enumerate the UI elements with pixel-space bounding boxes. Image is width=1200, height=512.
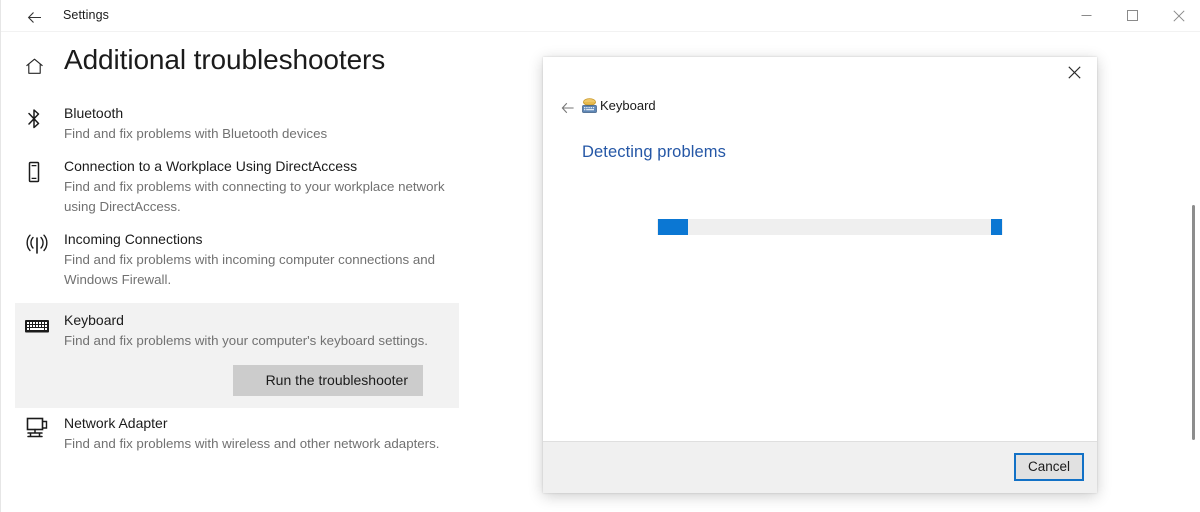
back-arrow-icon bbox=[561, 102, 574, 114]
list-item-title: Incoming Connections bbox=[64, 231, 203, 247]
home-glyph-icon bbox=[26, 58, 43, 74]
run-troubleshooter-row: Run the troubleshooter bbox=[64, 351, 429, 398]
window-title: Settings bbox=[63, 8, 109, 22]
troubleshooter-dialog: Keyboard Detecting problems Cancel bbox=[543, 57, 1097, 493]
back-arrow-icon bbox=[27, 11, 41, 23]
back-button[interactable] bbox=[23, 6, 45, 28]
title-bar: Settings bbox=[1, 0, 1200, 32]
dialog-footer: Cancel bbox=[543, 441, 1097, 493]
list-item-directaccess[interactable]: Connection to a Workplace Using DirectAc… bbox=[1, 157, 501, 217]
network-adapter-glyph-icon bbox=[26, 417, 48, 438]
list-item-description: Find and fix problems with wireless and … bbox=[64, 436, 440, 451]
minimize-icon bbox=[1081, 15, 1092, 16]
list-item-text: Keyboard Find and fix problems with your… bbox=[64, 311, 459, 398]
keyboard-troubleshooter-icon bbox=[580, 96, 600, 116]
list-item-description: Find and fix problems with your computer… bbox=[64, 333, 428, 348]
network-adapter-icon bbox=[24, 416, 54, 442]
list-item-description: Find and fix problems with Bluetooth dev… bbox=[64, 126, 328, 141]
page-title: Additional troubleshooters bbox=[64, 44, 386, 75]
list-item-description: Find and fix problems with incoming comp… bbox=[64, 252, 436, 287]
list-item-network-adapter[interactable]: Network Adapter Find and fix problems wi… bbox=[1, 414, 501, 454]
cancel-button[interactable]: Cancel bbox=[1013, 453, 1084, 481]
dialog-close-button[interactable] bbox=[1051, 57, 1097, 87]
list-item-title: Bluetooth bbox=[64, 105, 124, 121]
workplace-device-glyph-icon bbox=[28, 161, 40, 183]
troubleshooter-list: Bluetooth Find and fix problems with Blu… bbox=[1, 104, 501, 467]
list-item-text: Bluetooth Find and fix problems with Blu… bbox=[64, 104, 501, 144]
list-item-bluetooth[interactable]: Bluetooth Find and fix problems with Blu… bbox=[1, 104, 501, 144]
list-item-description: Find and fix problems with connecting to… bbox=[64, 179, 445, 214]
dialog-heading: Detecting problems bbox=[582, 143, 726, 161]
bluetooth-icon bbox=[24, 106, 54, 132]
list-item-incoming-connections[interactable]: Incoming Connections Find and fix proble… bbox=[1, 230, 501, 290]
scrollbar-thumb[interactable] bbox=[1192, 205, 1195, 440]
progress-chunk-right bbox=[991, 219, 1002, 235]
list-item-text: Incoming Connections Find and fix proble… bbox=[64, 230, 501, 290]
minimize-button[interactable] bbox=[1064, 0, 1109, 31]
keyboard-glyph-icon bbox=[25, 320, 49, 333]
workplace-device-icon bbox=[24, 159, 54, 185]
page-header: Additional troubleshooters bbox=[1, 44, 521, 96]
run-troubleshooter-button[interactable]: Run the troubleshooter bbox=[233, 365, 423, 396]
close-icon bbox=[1172, 9, 1185, 22]
dialog-breadcrumb-label: Keyboard bbox=[600, 98, 656, 113]
list-item-title: Network Adapter bbox=[64, 415, 168, 431]
incoming-connections-icon bbox=[24, 232, 54, 258]
close-button[interactable] bbox=[1156, 0, 1200, 31]
close-icon bbox=[1067, 65, 1081, 79]
dialog-navigation-bar: Keyboard bbox=[543, 93, 1097, 125]
list-item-title: Keyboard bbox=[64, 312, 124, 328]
list-item-text: Connection to a Workplace Using DirectAc… bbox=[64, 157, 501, 217]
home-icon[interactable] bbox=[24, 56, 46, 78]
incoming-connections-glyph-icon bbox=[26, 234, 48, 254]
keyboard-troubleshooter-glyph-icon bbox=[582, 98, 597, 113]
list-item-keyboard[interactable]: Keyboard Find and fix problems with your… bbox=[15, 303, 459, 408]
keyboard-icon bbox=[24, 313, 54, 339]
list-item-title: Connection to a Workplace Using DirectAc… bbox=[64, 158, 358, 174]
dialog-back-button[interactable] bbox=[557, 97, 579, 119]
progress-bar bbox=[657, 219, 1003, 235]
maximize-button[interactable] bbox=[1110, 0, 1155, 31]
maximize-icon bbox=[1127, 10, 1138, 21]
progress-track bbox=[657, 219, 1003, 235]
list-item-text: Network Adapter Find and fix problems wi… bbox=[64, 414, 501, 454]
progress-chunk-left bbox=[658, 219, 688, 235]
bluetooth-glyph-icon bbox=[28, 109, 40, 129]
settings-scrollbar[interactable] bbox=[1186, 32, 1200, 512]
